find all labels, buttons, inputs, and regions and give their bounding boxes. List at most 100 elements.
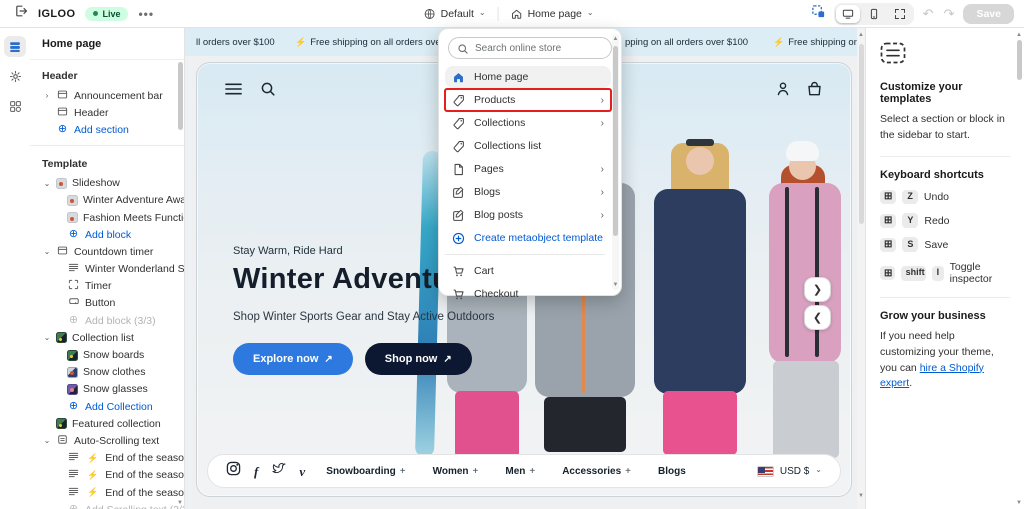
chevron-down-icon[interactable]: ⌄ <box>43 436 51 445</box>
cart-icon <box>452 265 465 278</box>
canvas-scrollbar[interactable]: ▲ ▼ <box>857 28 865 509</box>
mobile-preview-button[interactable] <box>862 5 886 23</box>
keycap: I <box>931 265 944 281</box>
menu-item-checkout[interactable]: Checkout <box>445 283 611 305</box>
sidebar-item-label: Header <box>74 106 109 119</box>
sidebar-item-snow-clothes[interactable]: Snow clothes <box>30 364 184 381</box>
page-selector[interactable]: Home page ⌄ <box>511 8 594 20</box>
account-icon[interactable] <box>775 81 791 102</box>
sidebar-item-auto-scrolling-text[interactable]: ⌄ Auto-Scrolling text <box>30 432 184 449</box>
footer-link-blogs[interactable]: Blogs <box>658 466 686 477</box>
menu-item-blog-posts[interactable]: Blog posts › <box>445 204 611 226</box>
sidebar-scrollbar[interactable] <box>178 62 183 130</box>
sidebar-item-announcement-bar[interactable]: › Announcement bar <box>30 87 184 104</box>
sidebar-item-end-of-the-season-sale[interactable]: ⚡ End of the season sale <box>30 484 184 501</box>
footer-link-men[interactable]: Men + <box>505 466 535 477</box>
menu-item-collections-list[interactable]: Collections list <box>445 135 611 157</box>
theme-settings-gear-icon[interactable] <box>4 66 26 87</box>
facebook-icon[interactable]: f <box>254 465 258 478</box>
slideshow-previous-button[interactable]: ❮ <box>804 305 831 330</box>
menu-search-input[interactable] <box>448 37 612 59</box>
footer-link-women[interactable]: Women + <box>433 466 479 477</box>
device-preview-switcher <box>833 2 914 25</box>
menu-hamburger-icon[interactable] <box>225 82 242 101</box>
sidebar-item-end-of-the-season-sale[interactable]: ⚡ End of the season sale <box>30 450 184 467</box>
chevron-down-icon[interactable]: ⌄ <box>43 179 51 188</box>
sidebar-item-add-collection[interactable]: ⊕ Add Collection <box>30 398 184 415</box>
currency-selector[interactable]: USD $ ⌄ <box>756 465 822 477</box>
menu-item-blogs[interactable]: Blogs › <box>445 181 611 203</box>
sidebar-item-add-section[interactable]: ⊕ Add section <box>30 121 184 138</box>
redo-icon[interactable]: ↷ <box>943 7 956 20</box>
menu-item-label: Home page <box>474 71 529 83</box>
sidebar-item-end-of-the-season-sale[interactable]: ⚡ End of the season sale <box>30 467 184 484</box>
sidebar-item-fashion-meets-function[interactable]: Fashion Meets Function <box>30 209 184 226</box>
cart-bag-icon[interactable] <box>806 81 823 102</box>
more-actions-icon[interactable]: ••• <box>138 7 154 21</box>
sidebar-item-button[interactable]: Button <box>30 295 184 312</box>
undo-icon[interactable]: ↶ <box>922 7 935 20</box>
menu-item-create-metaobject-template[interactable]: Create metaobject template <box>445 227 611 249</box>
sidebar-scroll-down-icon[interactable]: ▼ <box>177 500 183 506</box>
inspector-toggle-icon[interactable] <box>811 4 826 24</box>
sidebar-item-snow-glasses[interactable]: Snow glasses <box>30 381 184 398</box>
command-key-icon: ⊞ <box>880 213 897 228</box>
shortcut-label: Toggle inspector <box>949 261 993 286</box>
customize-templates-title: Customize your templates <box>880 81 963 105</box>
vimeo-icon[interactable]: v <box>299 465 305 478</box>
lightning-icon: ⚡ <box>87 452 99 463</box>
menu-scrollbar[interactable]: ▲ ▼ <box>612 34 619 290</box>
sidebar-item-winter-wonderland-sale[interactable]: Winter Wonderland Sale <box>30 261 184 278</box>
menu-item-home-page[interactable]: Home page <box>445 66 611 88</box>
instagram-icon[interactable] <box>226 461 241 481</box>
sidebar-item-collection-list[interactable]: ⌄ Collection list <box>30 329 184 346</box>
text-icon <box>67 262 80 276</box>
sidebar-item-slideshow[interactable]: ⌄ Slideshow <box>30 175 184 192</box>
footer-link-snowboarding[interactable]: Snowboarding + <box>326 466 405 477</box>
menu-item-products[interactable]: Products › <box>444 88 612 112</box>
sidebar-item-header[interactable]: Header <box>30 104 184 121</box>
chevron-down-icon[interactable]: ⌄ <box>43 247 51 256</box>
search-icon[interactable] <box>260 81 276 102</box>
explore-now-button[interactable]: Explore now ↗ <box>233 343 353 375</box>
sidebar-item-label: Announcement bar <box>74 89 163 102</box>
menu-scroll-up-icon: ▲ <box>612 36 619 42</box>
sidebar-item-label: Button <box>85 297 116 310</box>
view-selector[interactable]: Default ⌄ <box>424 8 486 20</box>
menu-item-label: Blog posts <box>474 209 524 221</box>
keycap: Y <box>902 213 919 229</box>
twitter-icon[interactable] <box>271 462 286 480</box>
sidebar-item-timer[interactable]: Timer <box>30 278 184 295</box>
inspector-scrollbar[interactable] <box>1017 40 1022 80</box>
add-circle-icon: ⊕ <box>67 504 80 509</box>
plus-icon: + <box>529 465 536 477</box>
save-button[interactable]: Save <box>963 3 1014 24</box>
desktop-preview-button[interactable] <box>835 4 860 23</box>
cart-icon <box>452 288 465 301</box>
app-embeds-icon[interactable] <box>4 96 26 117</box>
inspector-scroll-up-icon[interactable]: ▲ <box>1016 32 1022 38</box>
command-key-icon: ⊞ <box>880 266 895 281</box>
menu-item-cart[interactable]: Cart <box>445 260 611 282</box>
chevron-right-icon[interactable]: › <box>43 91 51 100</box>
menu-item-collections[interactable]: Collections › <box>445 112 611 134</box>
exit-editor-icon[interactable] <box>14 4 28 23</box>
sections-panel-icon[interactable] <box>4 36 26 57</box>
sidebar-item-add-block[interactable]: ⊕ Add block <box>30 226 184 243</box>
footer-link-accessories[interactable]: Accessories + <box>562 466 631 477</box>
inspector-scroll-down-icon[interactable]: ▼ <box>1016 500 1022 506</box>
slideshow-next-button[interactable]: ❯ <box>804 277 831 302</box>
sidebar-item-snow-boards[interactable]: Snow boards <box>30 346 184 363</box>
inspector-panel: Customize your templates Select a sectio… <box>865 28 1024 509</box>
sidebar-item-featured-collection[interactable]: Featured collection <box>30 415 184 432</box>
keycap: S <box>902 237 919 253</box>
chevron-down-icon[interactable]: ⌄ <box>43 333 51 342</box>
plus-icon: + <box>625 465 631 477</box>
canvas-scroll-up-icon: ▲ <box>858 32 864 38</box>
sidebar-item-winter-adventure-awaits[interactable]: Winter Adventure Awaits <box>30 192 184 209</box>
block-thumbnail-icon <box>67 212 78 224</box>
sidebar-item-countdown-timer[interactable]: ⌄ Countdown timer <box>30 243 184 260</box>
shop-now-button[interactable]: Shop now ↗ <box>364 343 472 375</box>
fullscreen-preview-button[interactable] <box>888 5 912 23</box>
menu-item-pages[interactable]: Pages › <box>445 158 611 180</box>
